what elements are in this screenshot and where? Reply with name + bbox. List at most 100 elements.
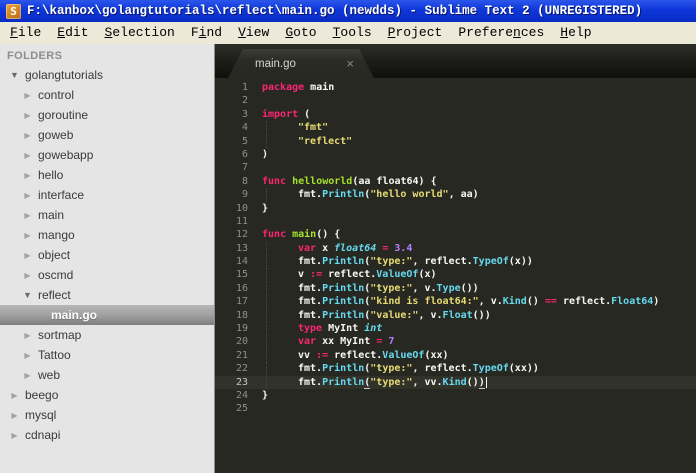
line-number: 18 (235, 309, 248, 321)
token: "type:" (370, 256, 413, 268)
tree-item-object[interactable]: ▶ object (0, 245, 214, 265)
menu-item-goto[interactable]: Goto (277, 22, 324, 44)
code-line[interactable]: 19 type MyInt int (215, 322, 696, 336)
code-line[interactable]: 15 v := reflect. ValueOf (x) (215, 268, 696, 282)
disclosure-triangle-icon[interactable]: ▶ (21, 371, 34, 380)
token: Println (322, 296, 365, 308)
disclosure-triangle-icon[interactable]: ▶ (21, 271, 34, 280)
code-line[interactable]: 24} (215, 389, 696, 402)
code-line[interactable]: 12 func main() { (215, 228, 696, 241)
code-line[interactable]: 10} (215, 202, 696, 215)
disclosure-triangle-icon[interactable]: ▶ (21, 111, 34, 120)
code-line[interactable]: 21 vv := reflect. ValueOf (xx) (215, 348, 696, 363)
menu-item-edit[interactable]: Edit (49, 22, 96, 44)
token: v (298, 269, 311, 281)
disclosure-triangle-icon[interactable]: ▶ (21, 351, 34, 360)
token: () (526, 296, 545, 308)
menu-item-project[interactable]: Project (380, 22, 451, 44)
menu-item-tools[interactable]: Tools (325, 22, 380, 44)
code-line[interactable]: 7 (215, 161, 696, 174)
disclosure-triangle-icon[interactable]: ▶ (8, 391, 21, 400)
disclosure-triangle-icon[interactable]: ▶ (21, 151, 34, 160)
disclosure-triangle-icon[interactable]: ▶ (21, 91, 34, 100)
line-number: 8 (241, 175, 248, 187)
disclosure-triangle-icon[interactable]: ▶ (21, 231, 34, 240)
menu-item-file[interactable]: File (2, 22, 49, 44)
disclosure-triangle-icon[interactable]: ▶ (21, 191, 34, 200)
code-line[interactable]: 1 package main (215, 81, 696, 94)
tree-item-beego[interactable]: ▶ beego (0, 385, 214, 405)
disclosure-triangle-icon[interactable]: ▼ (21, 290, 34, 300)
disclosure-triangle-icon[interactable]: ▼ (8, 70, 21, 80)
disclosure-triangle-icon[interactable]: ▶ (21, 131, 34, 140)
disclosure-triangle-icon[interactable]: ▶ (21, 251, 34, 260)
token: (xx) (424, 349, 449, 361)
disclosure-triangle-icon[interactable]: ▶ (8, 431, 21, 440)
tree-item-interface[interactable]: ▶ interface (0, 185, 214, 205)
code-line[interactable]: 14 fmt. Println("type:", reflect. TypeOf (x)… (215, 255, 696, 269)
menu-item-find[interactable]: Find (183, 22, 230, 44)
code-line[interactable]: 5 "reflect" (215, 134, 696, 148)
token: TypeOf (472, 256, 509, 268)
menu-item-preferences[interactable]: Preferences (450, 22, 552, 44)
code-line[interactable]: 8 func helloworld (aa float64) { (215, 175, 696, 188)
token: ()) (472, 309, 491, 321)
token: 3.4 (394, 242, 413, 254)
line-number: 16 (235, 282, 248, 294)
tree-item-mysql[interactable]: ▶ mysql (0, 405, 214, 425)
code-line[interactable]: 17 fmt. Println("kind is float64:", v. Kind… (215, 295, 696, 309)
tree-item-web[interactable]: ▶ web (0, 365, 214, 385)
token: , aa) (448, 189, 479, 201)
tree-item-mango[interactable]: ▶ mango (0, 225, 214, 245)
code-line[interactable]: 25 (215, 402, 696, 415)
code-line[interactable]: 16 fmt. Println("type:", v. Type()) (215, 281, 696, 296)
tree-item-goweb[interactable]: ▶ goweb (0, 125, 214, 145)
token: ( (298, 108, 311, 120)
tree-item-cdnapi[interactable]: ▶ cdnapi (0, 425, 214, 445)
tree-item-golangtutorials[interactable]: ▼ golangtutorials (0, 65, 214, 85)
indent-guide (266, 308, 298, 323)
code-line[interactable]: 2 (215, 94, 696, 107)
tree-item-goroutine[interactable]: ▶ goroutine (0, 105, 214, 125)
tree-item-main[interactable]: ▶ main (0, 205, 214, 225)
code-line[interactable]: 20 var xx MyInt = 7 (215, 335, 696, 349)
text-caret (485, 376, 487, 388)
code-line[interactable]: 18 fmt. Println("value:", v. Float()) (215, 308, 696, 323)
sublime-app-icon[interactable]: S (6, 3, 21, 19)
tree-item-hello[interactable]: ▶ hello (0, 165, 214, 185)
tree-item-label: interface (38, 188, 85, 202)
code-line[interactable]: 4 "fmt" (215, 121, 696, 135)
token: ) (653, 296, 660, 308)
disclosure-triangle-icon[interactable]: ▶ (21, 331, 34, 340)
token: , vv. (412, 376, 443, 388)
tab-main-go[interactable]: main.go × (228, 49, 374, 78)
tree-item-sortmap[interactable]: ▶ sortmap (0, 325, 214, 345)
tree-item-reflect[interactable]: ▼ reflect (0, 285, 214, 305)
menu-item-help[interactable]: Help (552, 22, 599, 44)
editor-pane: main.go × 1 package main 2 3 import (4 "fmt" 5… (215, 44, 696, 473)
disclosure-triangle-icon[interactable]: ▶ (8, 411, 21, 420)
code-editor[interactable]: 1 package main 2 3 import (4 "fmt" 5 "reflect" 6… (215, 78, 696, 473)
code-line[interactable]: 22 fmt. Println("type:", reflect. TypeOf (xx… (215, 362, 696, 376)
code-line[interactable]: 6) (215, 148, 696, 161)
line-number: 7 (241, 162, 248, 174)
disclosure-triangle-icon[interactable]: ▶ (21, 211, 34, 220)
tree-item-main-go[interactable]: main.go (0, 305, 214, 325)
tree-item-oscmd[interactable]: ▶ oscmd (0, 265, 214, 285)
code-line[interactable]: 13 var x float64 = 3.4 (215, 241, 696, 256)
window-title-bar: S F:\kanbox\golangtutorials\reflect\main… (0, 0, 696, 22)
code-line[interactable]: 11 (215, 215, 696, 228)
tab-close-icon[interactable]: × (346, 57, 354, 70)
code-line[interactable]: 23 fmt. Println("type:", vv. Kind()) (215, 375, 696, 389)
menu-item-selection[interactable]: Selection (97, 22, 183, 44)
token: helloworld (286, 175, 353, 187)
tree-item-control[interactable]: ▶ control (0, 85, 214, 105)
disclosure-triangle-icon[interactable]: ▶ (21, 171, 34, 180)
code-line[interactable]: 3 import ( (215, 108, 696, 121)
menu-item-view[interactable]: View (230, 22, 277, 44)
indent-guide (266, 295, 298, 309)
tree-item-tattoo[interactable]: ▶ Tattoo (0, 345, 214, 365)
code-line[interactable]: 9 fmt. Println("hello world", aa) (215, 188, 696, 202)
tree-item-label: reflect (38, 288, 71, 302)
tree-item-gowebapp[interactable]: ▶ gowebapp (0, 145, 214, 165)
